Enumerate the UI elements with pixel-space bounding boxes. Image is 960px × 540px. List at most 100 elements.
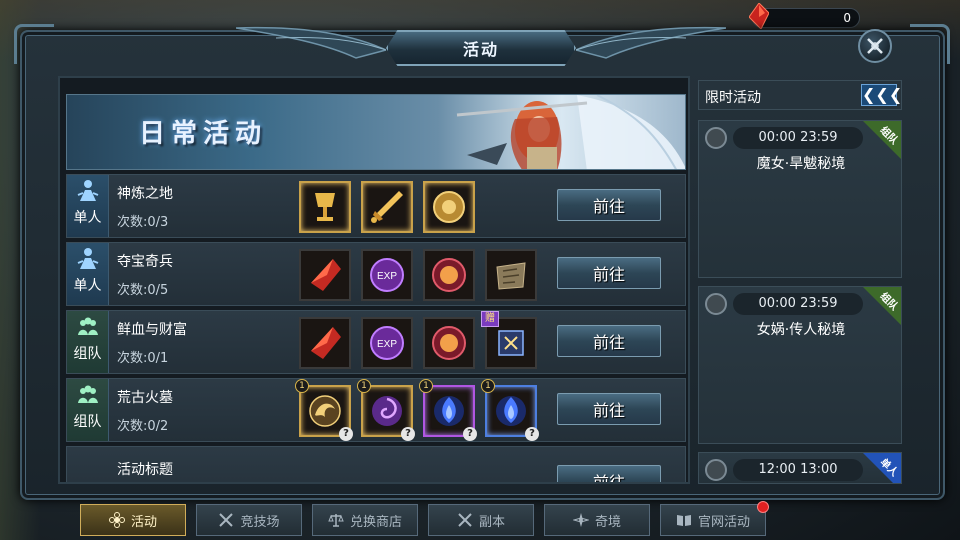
reward-list: EXP 赠 (299, 311, 537, 369)
go-button[interactable]: 前往 (557, 325, 661, 357)
purple-vortex-icon (372, 396, 402, 426)
close-icon (867, 38, 883, 54)
reward-item[interactable] (299, 249, 351, 301)
reward-list: 1 ? 1 ? 1 ? 1 ? (295, 379, 539, 441)
fire-orb-icon (432, 326, 466, 360)
clock-icon (705, 293, 727, 315)
clock-icon (705, 127, 727, 149)
activity-type-label: 单人 (73, 278, 102, 294)
compass-icon (572, 513, 589, 527)
collapse-button[interactable]: ❮❮❮ (861, 84, 902, 106)
tab-arena[interactable]: 竞技场 (196, 504, 302, 536)
crossed-swords-icon (219, 513, 234, 527)
notification-dot (757, 501, 769, 513)
tab-label: 兑换商店 (349, 514, 402, 530)
reward-item[interactable]: 1 ? (295, 379, 353, 441)
go-button[interactable]: 前往 (557, 393, 661, 425)
activity-count: 次数:0/1 (117, 351, 169, 366)
activity-row: 单人 夺宝奇兵 次数:0/5 EXP 前往 (66, 242, 686, 306)
timed-time: 00:00 23:59 (733, 293, 863, 315)
timed-activity-panel[interactable]: 限时活动 ❮❮❮ 00:00 23:59 魔女·旱魃秘境 组队 00:00 23… (698, 80, 902, 484)
team-badge: 组队 (67, 311, 109, 373)
reward-item[interactable] (423, 249, 475, 301)
crossed-swords-icon (458, 513, 472, 527)
stone-tablet-icon (496, 262, 526, 290)
go-button[interactable]: 前往 (557, 257, 661, 289)
wing-ornament-left-icon (236, 26, 386, 59)
exp-orb-icon: EXP (370, 326, 404, 360)
activity-type-label: 单人 (73, 210, 102, 226)
tab-label: 副本 (478, 514, 505, 530)
activity-count: 次数:0/3 (117, 215, 169, 230)
solo-badge: 单人 (67, 243, 109, 305)
reward-item[interactable]: 1 ? (481, 379, 539, 441)
activity-row: 单人 神炼之地 次数:0/3 前往 (66, 174, 686, 238)
reward-item[interactable] (361, 181, 413, 233)
currency-bar: 0 (749, 3, 860, 29)
tab-wonderland[interactable]: 奇境 (544, 504, 650, 536)
ruby-currency-icon (749, 3, 769, 29)
reward-item[interactable] (299, 317, 351, 369)
reward-item[interactable]: 赠 (481, 311, 537, 369)
activity-name: 鲜血与财富 (117, 322, 187, 338)
daily-banner: 日常活动 (66, 94, 686, 170)
blue-rune-icon (498, 330, 524, 356)
solo-person-icon (77, 248, 98, 269)
wing-ornament-right-icon (576, 26, 726, 59)
exp-text: EXP (377, 339, 397, 350)
reward-list: EXP (299, 249, 537, 301)
activity-type-label: 组队 (73, 414, 102, 430)
reward-item[interactable]: EXP (361, 249, 413, 301)
question-mark-icon: ? (463, 427, 477, 441)
activity-count: 次数:0/2 (117, 419, 169, 434)
tab-activity[interactable]: 活动 (80, 504, 186, 536)
scales-icon (328, 514, 344, 527)
title-plate: 活动 (386, 30, 576, 66)
tab-dungeon[interactable]: 副本 (428, 504, 534, 536)
golden-sword-icon (371, 191, 403, 223)
team-tag: 组队 (863, 287, 901, 325)
activity-row: 组队 鲜血与财富 次数:0/1 EXP 赠 前往 (66, 310, 686, 374)
blue-flame-icon (434, 396, 464, 426)
reward-item[interactable]: 1 ? (419, 379, 477, 441)
red-crystal-icon (311, 259, 341, 291)
currency-value: 0 (843, 11, 851, 25)
activity-type-label: 组队 (73, 346, 102, 362)
activity-row: 组队 荒古火墓 次数:0/2 1 ? 1 ? 1 ? 1 ? 前往 (66, 378, 686, 442)
daily-activity-list[interactable]: 日常活动 单人 神炼之地 次数:0/3 前往 单人 夺宝奇兵 次数:0/5 EX… (58, 76, 690, 484)
reward-item[interactable] (485, 249, 537, 301)
timed-title: 限时活动 (705, 90, 761, 106)
reward-list (299, 181, 475, 233)
reward-item[interactable]: 1 ? (357, 379, 415, 441)
tab-exchange-shop[interactable]: 兑换商店 (312, 504, 418, 536)
activity-name: 荒古火墓 (117, 390, 173, 406)
exp-text: EXP (377, 271, 397, 282)
reward-item[interactable]: EXP (361, 317, 413, 369)
activity-row: 活动标题 前往 (66, 446, 686, 482)
reward-item[interactable] (299, 181, 351, 233)
tab-label: 官网活动 (697, 514, 750, 530)
timed-card[interactable]: 00:00 23:59 女娲·传人秘境 组队 (698, 286, 902, 444)
frame-corner-right (910, 24, 950, 64)
window-title: 活动 (462, 40, 499, 59)
reward-item[interactable] (423, 181, 475, 233)
activity-count: 次数:0/5 (117, 283, 169, 298)
banner-title: 日常活动 (139, 119, 268, 149)
tab-official-events[interactable]: 官网活动 (660, 501, 769, 536)
fire-orb-icon (432, 258, 466, 292)
timed-card[interactable]: 00:00 23:59 魔女·旱魃秘境 组队 (698, 120, 902, 278)
timed-card[interactable]: 12:00 13:00 单人 (698, 452, 902, 484)
frame-corner-left (14, 24, 54, 64)
question-mark-icon: ? (339, 427, 353, 441)
go-button[interactable]: 前往 (557, 189, 661, 221)
clock-icon (705, 459, 727, 481)
timed-header: 限时活动 ❮❮❮ (698, 80, 902, 110)
go-button[interactable]: 前往 (557, 465, 661, 482)
activity-name: 神炼之地 (117, 186, 173, 202)
close-button[interactable] (858, 29, 892, 63)
team-people-icon (77, 385, 98, 403)
reward-item[interactable] (423, 317, 475, 369)
timed-time: 12:00 13:00 (733, 459, 863, 481)
flower-icon (108, 512, 125, 528)
golden-medallion-icon (433, 191, 465, 223)
